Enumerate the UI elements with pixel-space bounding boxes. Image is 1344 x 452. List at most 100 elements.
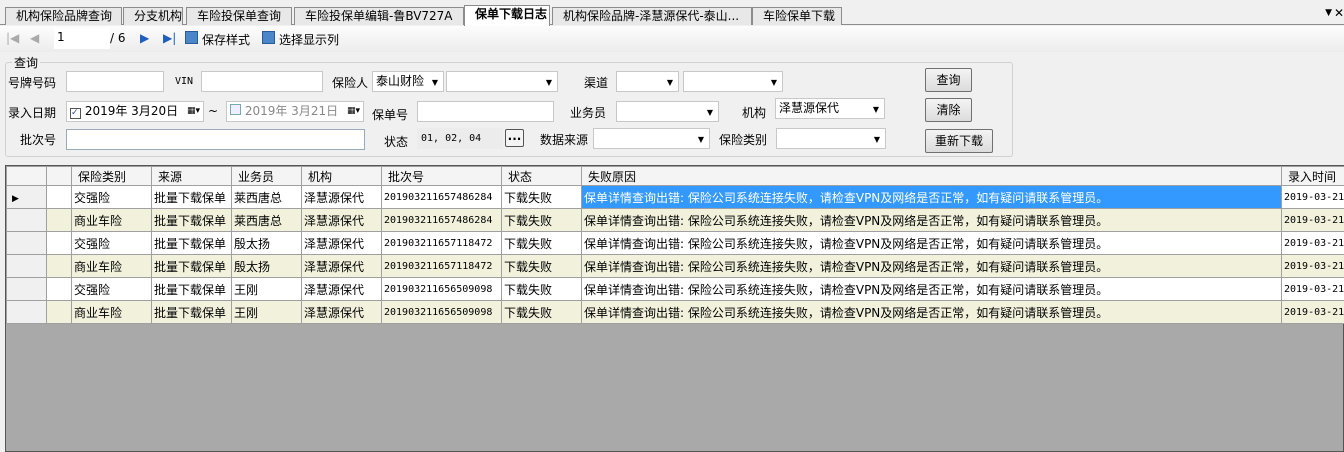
table-row[interactable]: ▶ 交强险 批量下载保单 莱西唐总 泽慧源保代 201903211657486284 下载失… <box>6 185 1344 209</box>
grid-cell[interactable]: 泽慧源保代 <box>301 208 382 232</box>
close-tab-icon[interactable]: ✕ <box>1334 6 1344 20</box>
table-row[interactable]: 商业车险 批量下载保单 殷太扬 泽慧源保代 201903211657118472 下载失败… <box>6 254 1344 278</box>
grid-cell[interactable]: 2019-03-21 <box>1281 208 1344 232</box>
grid-cell[interactable]: 保单详情查询出错: 保险公司系统连接失败，请检查VPN及网络是否正常，如有疑问请… <box>581 300 1282 324</box>
tab-proposal-query[interactable]: 车险投保单查询 <box>186 7 292 25</box>
grid-cell[interactable]: 2019-03-21 <box>1281 185 1344 209</box>
grid-cell[interactable]: 交强险 <box>71 231 152 255</box>
grid-cell[interactable]: 201903211657486284 <box>381 208 502 232</box>
column-header[interactable]: 业务员 <box>231 166 302 186</box>
select-columns-button[interactable]: 选择显示列 <box>279 31 339 48</box>
calendar-icon[interactable]: ▦▾ <box>187 102 200 121</box>
grid-cell[interactable]: 201903211657486284 <box>381 185 502 209</box>
table-row[interactable]: 交强险 批量下载保单 殷太扬 泽慧源保代 201903211657118472 下载失败保… <box>6 231 1344 255</box>
blank-cell[interactable] <box>46 277 72 301</box>
grid-cell[interactable]: 商业车险 <box>71 300 152 324</box>
blank-column-header[interactable] <box>46 166 72 186</box>
first-page-icon[interactable]: |◀ <box>6 31 19 45</box>
grid-cell[interactable]: 泽慧源保代 <box>301 185 382 209</box>
calendar-icon[interactable]: ▦▾ <box>347 102 360 121</box>
save-style-icon[interactable] <box>185 31 198 44</box>
clear-button[interactable]: 清除 <box>925 98 972 122</box>
grid-cell[interactable]: 泽慧源保代 <box>301 300 382 324</box>
batch-input[interactable] <box>66 129 365 150</box>
select-columns-icon[interactable] <box>262 31 275 44</box>
grid-cell[interactable]: 莱西唐总 <box>231 208 302 232</box>
grid-cell[interactable]: 2019-03-21 <box>1281 300 1344 324</box>
grid-cell[interactable]: 保单详情查询出错: 保险公司系统连接失败，请检查VPN及网络是否正常，如有疑问请… <box>581 231 1282 255</box>
grid-cell[interactable]: 王刚 <box>231 300 302 324</box>
row-header[interactable] <box>6 208 47 232</box>
datasource-select[interactable] <box>593 128 710 149</box>
grid-cell[interactable]: 保单详情查询出错: 保险公司系统连接失败，请检查VPN及网络是否正常，如有疑问请… <box>581 185 1282 209</box>
vin-input[interactable] <box>201 71 323 92</box>
column-header[interactable]: 状态 <box>501 166 582 186</box>
grid-cell[interactable]: 保单详情查询出错: 保险公司系统连接失败，请检查VPN及网络是否正常，如有疑问请… <box>581 254 1282 278</box>
column-header[interactable]: 批次号 <box>381 166 502 186</box>
grid-cell[interactable]: 商业车险 <box>71 254 152 278</box>
date-from-checkbox[interactable]: ✓ <box>70 108 81 119</box>
grid-cell[interactable]: 保单详情查询出错: 保险公司系统连接失败，请检查VPN及网络是否正常，如有疑问请… <box>581 208 1282 232</box>
grid-cell[interactable]: 批量下载保单 <box>151 208 232 232</box>
channel-select[interactable] <box>616 71 679 92</box>
blank-cell[interactable] <box>46 208 72 232</box>
grid-cell[interactable]: 莱西唐总 <box>231 185 302 209</box>
row-header[interactable] <box>6 231 47 255</box>
grid-cell[interactable]: 下载失败 <box>501 277 582 301</box>
grid-cell[interactable]: 2019-03-21 <box>1281 231 1344 255</box>
blank-cell[interactable] <box>46 254 72 278</box>
date-to-checkbox[interactable] <box>230 104 241 115</box>
last-page-icon[interactable]: ▶| <box>163 31 176 45</box>
save-style-button[interactable]: 保存样式 <box>202 31 250 48</box>
grid-cell[interactable]: 保单详情查询出错: 保险公司系统连接失败，请检查VPN及网络是否正常，如有疑问请… <box>581 277 1282 301</box>
grid-cell[interactable]: 2019-03-21 <box>1281 254 1344 278</box>
page-input[interactable]: 1 <box>54 28 110 49</box>
redownload-button[interactable]: 重新下载 <box>925 129 993 153</box>
grid-cell[interactable]: 商业车险 <box>71 208 152 232</box>
table-row[interactable]: 商业车险 批量下载保单 王刚 泽慧源保代 201903211656509098 下载失败保… <box>6 300 1344 324</box>
row-header[interactable] <box>6 277 47 301</box>
grid-cell[interactable]: 2019-03-21 <box>1281 277 1344 301</box>
row-header[interactable]: ▶ <box>6 185 47 209</box>
column-header[interactable]: 录入时间 <box>1281 166 1344 186</box>
grid-cell[interactable]: 批量下载保单 <box>151 300 232 324</box>
grid-cell[interactable]: 泽慧源保代 <box>301 231 382 255</box>
date-from-picker[interactable]: ✓ 2019年 3月20日 ▦▾ <box>66 101 204 122</box>
grid-cell[interactable]: 泽慧源保代 <box>301 254 382 278</box>
search-button[interactable]: 查询 <box>925 68 972 92</box>
tab-download-log[interactable]: 保单下载日志 <box>464 5 550 26</box>
column-header[interactable]: 来源 <box>151 166 232 186</box>
grid-cell[interactable]: 201903211657118472 <box>381 231 502 255</box>
ins-type-select[interactable] <box>776 128 886 149</box>
grid-cell[interactable]: 下载失败 <box>501 254 582 278</box>
column-header[interactable]: 失败原因 <box>581 166 1282 186</box>
grid-cell[interactable]: 泽慧源保代 <box>301 277 382 301</box>
tab-branch[interactable]: 分支机构 <box>123 7 183 25</box>
row-header[interactable] <box>6 300 47 324</box>
tab-brand-query[interactable]: 机构保险品牌查询 <box>5 7 122 25</box>
grid-cell[interactable]: 下载失败 <box>501 185 582 209</box>
grid-cell[interactable]: 批量下载保单 <box>151 231 232 255</box>
column-header[interactable]: 保险类别 <box>71 166 152 186</box>
insurer-select[interactable]: 泰山财险 <box>372 71 444 92</box>
column-header[interactable]: 机构 <box>301 166 382 186</box>
grid-cell[interactable]: 批量下载保单 <box>151 185 232 209</box>
grid-cell[interactable]: 殷太扬 <box>231 231 302 255</box>
grid-cell[interactable]: 交强险 <box>71 185 152 209</box>
grid-cell[interactable]: 201903211657118472 <box>381 254 502 278</box>
org-select[interactable]: 泽慧源保代 <box>775 98 885 119</box>
table-row[interactable]: 商业车险 批量下载保单 莱西唐总 泽慧源保代 201903211657486284 下载失… <box>6 208 1344 232</box>
channel-sub-select[interactable] <box>683 71 783 92</box>
grid-cell[interactable]: 王刚 <box>231 277 302 301</box>
grid-cell[interactable]: 下载失败 <box>501 300 582 324</box>
tab-policy-download[interactable]: 车险保单下载 <box>752 7 842 25</box>
next-page-icon[interactable]: ▶ <box>140 31 149 45</box>
table-row[interactable]: 交强险 批量下载保单 王刚 泽慧源保代 201903211656509098 下载失败 保单… <box>6 277 1344 301</box>
grid-cell[interactable]: 201903211656509098 <box>381 277 502 301</box>
tab-list-dropdown-icon[interactable]: ▼ <box>1325 8 1332 18</box>
status-picker-button[interactable]: ... <box>505 129 524 147</box>
row-header[interactable] <box>6 254 47 278</box>
blank-cell[interactable] <box>46 231 72 255</box>
prev-page-icon[interactable]: ◀ <box>30 31 39 45</box>
grid-cell[interactable]: 批量下载保单 <box>151 277 232 301</box>
